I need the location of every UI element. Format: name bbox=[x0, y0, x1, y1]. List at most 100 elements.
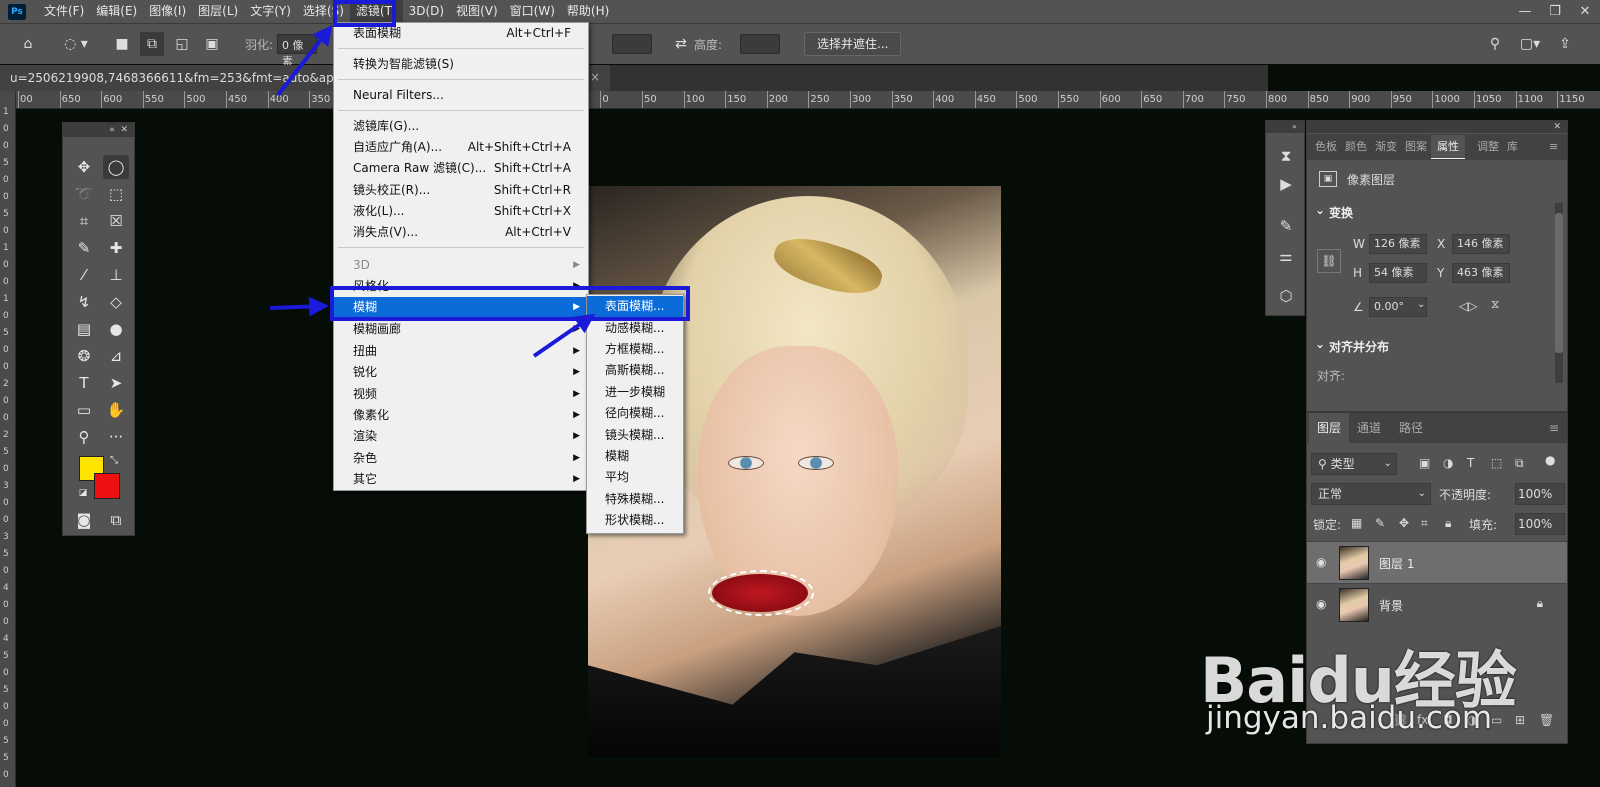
layers-menu-icon[interactable]: ≡ bbox=[1549, 413, 1559, 443]
menu-item-filter-gallery[interactable]: 滤镜库(G)... bbox=[334, 116, 588, 137]
y-input[interactable]: 463 像素 bbox=[1452, 263, 1510, 283]
tab-adjustments[interactable]: 调整 bbox=[1477, 135, 1499, 159]
brush-settings-icon[interactable]: ✎ bbox=[1274, 215, 1298, 237]
menu-image[interactable]: 图像(I) bbox=[143, 0, 192, 23]
healing-brush-tool-icon[interactable]: ✚ bbox=[103, 236, 129, 260]
new-selection-icon[interactable]: ■ bbox=[110, 32, 134, 56]
swap-colors-icon[interactable]: ⤡ bbox=[107, 453, 121, 467]
pen-tool-icon[interactable]: ⊿ bbox=[103, 344, 129, 368]
menu-item-lens-blur[interactable]: 镜头模糊... bbox=[587, 425, 683, 446]
eyedropper-tool-icon[interactable]: ✎ bbox=[71, 236, 97, 260]
history-brush-tool-icon[interactable]: ↯ bbox=[71, 290, 97, 314]
tab-layers[interactable]: 图层 bbox=[1309, 413, 1350, 443]
menu-item-adaptive-wide-angle[interactable]: 自适应广角(A)... Alt+Shift+Ctrl+A bbox=[334, 137, 588, 158]
menu-item-noise[interactable]: 杂色 ▶ bbox=[334, 448, 588, 469]
menu-item-smart-filter[interactable]: 转换为智能滤镜(S) bbox=[334, 54, 588, 75]
lasso-tool-icon[interactable]: ➰ bbox=[71, 182, 97, 206]
zoom-tool-icon[interactable]: ⚲ bbox=[71, 425, 97, 449]
dodge-tool-icon[interactable]: ❂ bbox=[71, 344, 97, 368]
layer-lock-icon[interactable]: 🔒︎ bbox=[1537, 596, 1543, 611]
home-icon[interactable]: ⌂ bbox=[16, 32, 40, 56]
menu-3d[interactable]: 3D(D) bbox=[403, 0, 450, 23]
menu-type[interactable]: 文字(Y) bbox=[244, 0, 297, 23]
3d-cube-icon[interactable]: ⬡ bbox=[1274, 285, 1298, 307]
elliptical-marquee-tool-icon[interactable]: ◯ bbox=[103, 155, 129, 179]
default-colors-icon[interactable]: ◪ bbox=[77, 487, 89, 499]
menu-view[interactable]: 视图(V) bbox=[450, 0, 504, 23]
workspace-icon[interactable]: ▢▾ bbox=[1513, 32, 1547, 56]
menu-item-gaussian-blur[interactable]: 高斯模糊... bbox=[587, 360, 683, 381]
screen-mode-icon[interactable]: ⧉ bbox=[103, 508, 129, 532]
actions-play-icon[interactable]: ▶ bbox=[1274, 173, 1298, 195]
menu-item-liquify[interactable]: 液化(L)... Shift+Ctrl+X bbox=[334, 201, 588, 222]
width-field[interactable] bbox=[612, 34, 652, 54]
share-icon[interactable]: ⇪ bbox=[1553, 32, 1577, 56]
marquee-preset-icon[interactable]: ◌ ▾ bbox=[59, 32, 93, 56]
quick-mask-icon[interactable]: ◙ bbox=[71, 508, 97, 532]
close-icon[interactable]: ✕ bbox=[1570, 0, 1600, 23]
lock-all-icon[interactable]: 🔒︎ bbox=[1445, 516, 1451, 531]
menu-item-lens-correction[interactable]: 镜头校正(R)... Shift+Ctrl+R bbox=[334, 180, 588, 201]
menu-layer[interactable]: 图层(L) bbox=[192, 0, 244, 23]
add-selection-icon[interactable]: ⧉ bbox=[140, 32, 164, 56]
visibility-eye-icon[interactable]: ◉ bbox=[1316, 555, 1326, 569]
swap-dimensions-icon[interactable]: ⇄ bbox=[669, 32, 693, 56]
filter-shape-icon[interactable]: ⬚ bbox=[1491, 456, 1502, 470]
brush-tool-icon[interactable]: ⁄ bbox=[71, 263, 97, 287]
blur-tool-icon[interactable]: ● bbox=[103, 317, 129, 341]
eraser-tool-icon[interactable]: ◇ bbox=[103, 290, 129, 314]
menu-item-blur[interactable]: 模糊 bbox=[587, 446, 683, 467]
layer-filter-select[interactable]: ⚲ 类型 ⌄ bbox=[1311, 453, 1397, 475]
new-layer-icon[interactable]: ⊞ bbox=[1515, 713, 1525, 727]
properties-scrollbar[interactable] bbox=[1555, 203, 1563, 383]
filter-adjustment-icon[interactable]: ◑ bbox=[1443, 456, 1453, 470]
filter-smart-object-icon[interactable]: ⧉ bbox=[1515, 456, 1524, 471]
blend-mode-select[interactable]: 正常 ⌄ bbox=[1311, 483, 1431, 505]
tab-swatches[interactable]: 色板 bbox=[1315, 135, 1337, 159]
menu-help[interactable]: 帮助(H) bbox=[561, 0, 615, 23]
close-document-icon[interactable]: × bbox=[590, 70, 600, 84]
filter-pixel-icon[interactable]: ▣ bbox=[1419, 456, 1430, 470]
tab-patterns[interactable]: 图案 bbox=[1405, 135, 1427, 159]
panel-menu-icon[interactable]: ≡ bbox=[1549, 135, 1558, 159]
minimize-icon[interactable]: — bbox=[1510, 0, 1540, 23]
tab-color[interactable]: 颜色 bbox=[1345, 135, 1367, 159]
crop-tool-icon[interactable]: ⌗ bbox=[71, 209, 97, 233]
gradient-tool-icon[interactable]: ▤ bbox=[71, 317, 97, 341]
search-icon[interactable]: ⚲ bbox=[1483, 32, 1507, 56]
menu-item-blur-gallery[interactable]: 模糊画廊 ▶ bbox=[334, 319, 588, 340]
menu-item-distort[interactable]: 扭曲 ▶ bbox=[334, 341, 588, 362]
tab-properties[interactable]: 属性 bbox=[1431, 135, 1465, 159]
tab-libraries[interactable]: 库 bbox=[1507, 135, 1518, 159]
flip-horizontal-icon[interactable]: ◁▷ bbox=[1459, 299, 1477, 313]
menu-item-average[interactable]: 平均 bbox=[587, 467, 683, 488]
transform-collapse-icon[interactable]: ⌄ bbox=[1315, 203, 1325, 217]
align-collapse-icon[interactable]: ⌄ bbox=[1315, 337, 1325, 351]
layer-row[interactable]: ◉ 图层 1 bbox=[1307, 541, 1567, 583]
properties-panel-header[interactable]: ✕ bbox=[1307, 121, 1567, 133]
menu-item-neural-filters[interactable]: Neural Filters... bbox=[334, 85, 588, 106]
angle-dropdown-icon[interactable]: ⌄ bbox=[1417, 299, 1425, 310]
menu-item-other[interactable]: 其它 ▶ bbox=[334, 469, 588, 490]
height-field[interactable] bbox=[740, 34, 780, 54]
restore-icon[interactable]: ❐ bbox=[1540, 0, 1570, 23]
delete-layer-icon[interactable]: 🗑︎ bbox=[1539, 713, 1554, 727]
menu-item-video[interactable]: 视频 ▶ bbox=[334, 384, 588, 405]
menu-window[interactable]: 窗口(W) bbox=[504, 0, 561, 23]
hand-tool-icon[interactable]: ✋ bbox=[103, 398, 129, 422]
menu-item-camera-raw[interactable]: Camera Raw 滤镜(C)... Shift+Ctrl+A bbox=[334, 158, 588, 179]
properties-scroll-thumb[interactable] bbox=[1555, 213, 1563, 353]
menu-item-smart-blur[interactable]: 特殊模糊... bbox=[587, 489, 683, 510]
tools-panel-header[interactable]: « ✕ bbox=[63, 123, 134, 137]
frame-tool-icon[interactable]: ☒ bbox=[103, 209, 129, 233]
menu-item-shape-blur[interactable]: 形状模糊... bbox=[587, 510, 683, 531]
lock-position-icon[interactable]: ✥ bbox=[1399, 516, 1409, 530]
rectangle-tool-icon[interactable]: ▭ bbox=[71, 398, 97, 422]
feather-field[interactable]: 0 像素 bbox=[277, 34, 318, 68]
filter-toggle-icon[interactable]: ● bbox=[1545, 453, 1555, 467]
move-tool-icon[interactable]: ✥ bbox=[71, 155, 97, 179]
tab-gradients[interactable]: 渐变 bbox=[1375, 135, 1397, 159]
background-color-swatch[interactable] bbox=[94, 473, 120, 499]
menu-edit[interactable]: 编辑(E) bbox=[90, 0, 143, 23]
tab-paths[interactable]: 路径 bbox=[1399, 413, 1423, 443]
